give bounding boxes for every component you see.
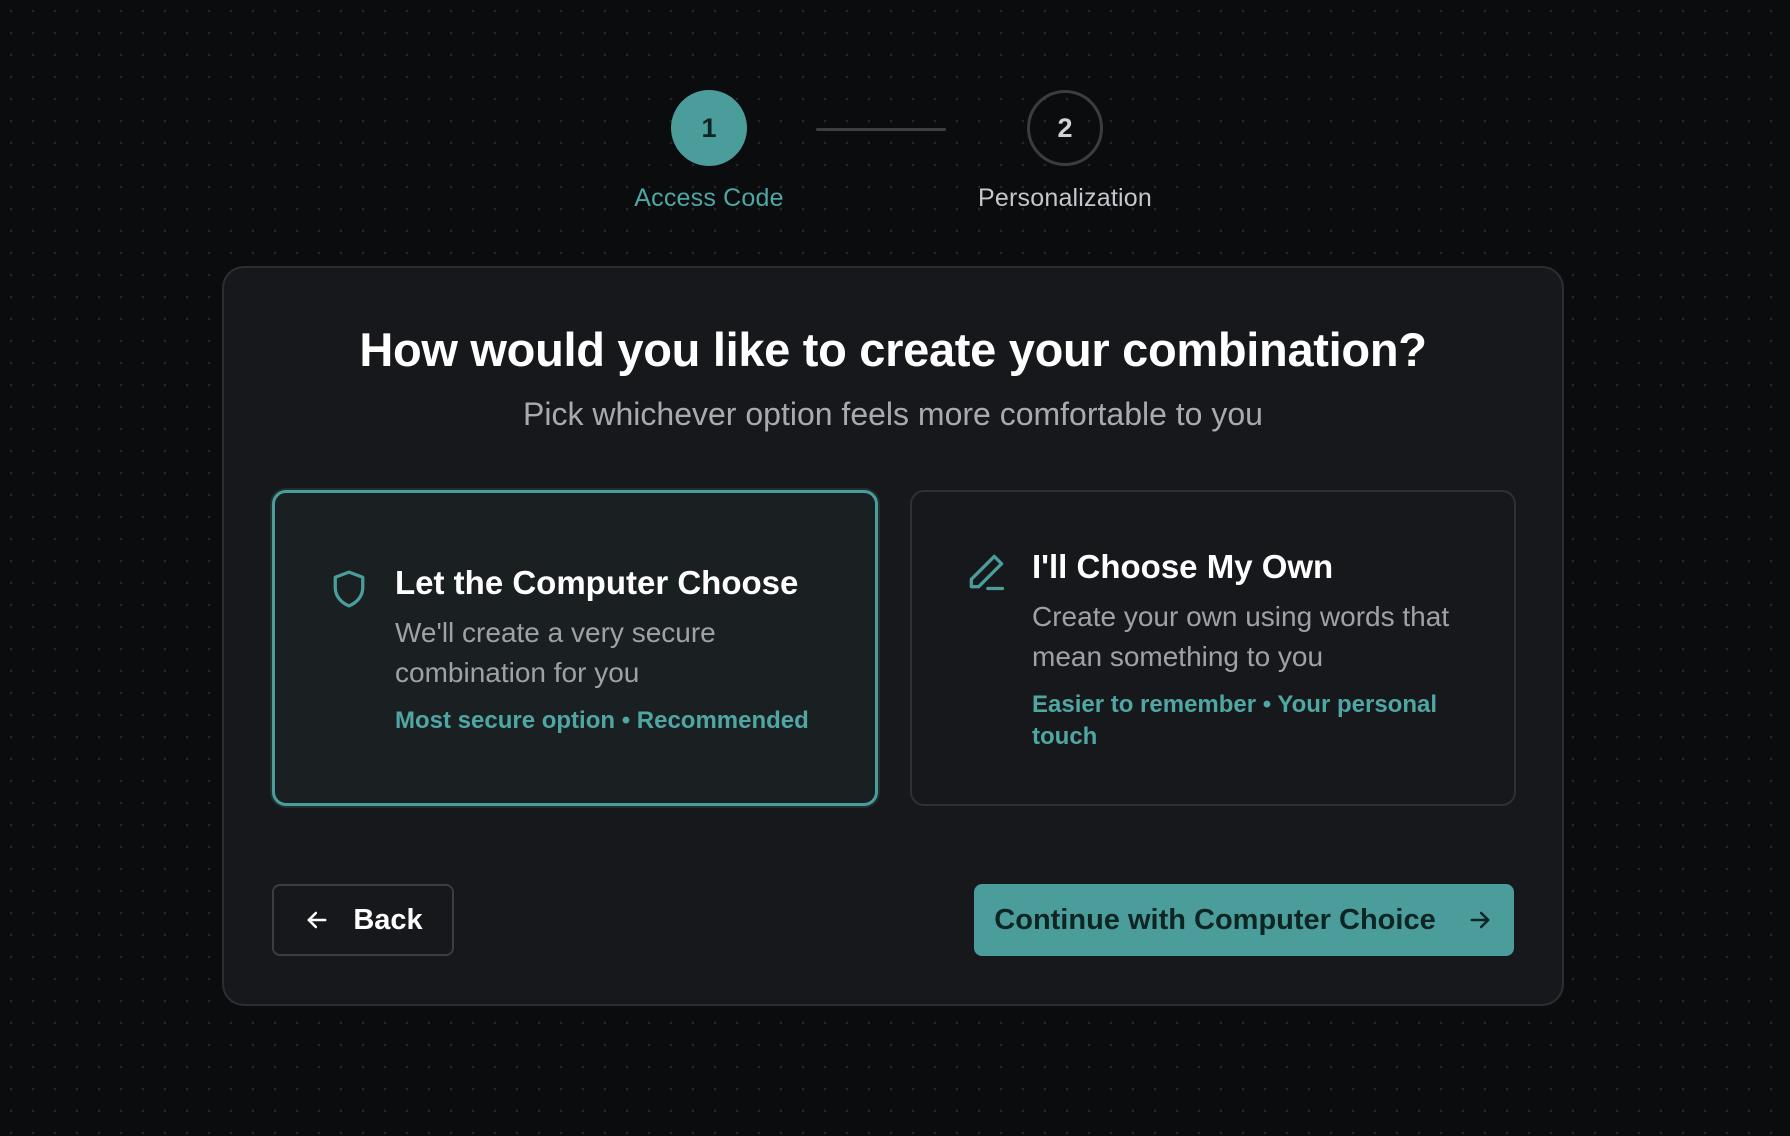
option-tags: Easier to remember • Your personal touch <box>1032 691 1437 750</box>
arrow-right-icon <box>1470 911 1490 929</box>
option-title: Let the Computer Choose <box>395 564 799 601</box>
arrow-left-icon <box>307 911 327 929</box>
pencil-icon <box>969 554 1005 591</box>
combination-card: How would you like to create your combin… <box>222 266 1564 1006</box>
step-number-badge: 2 <box>1027 90 1103 166</box>
option-tags: Most secure option • Recommended <box>395 707 809 734</box>
option-computer-choose[interactable]: Let the Computer Choose We'll create a v… <box>272 490 878 806</box>
shield-icon <box>333 570 365 608</box>
page-title: How would you like to create your combin… <box>359 323 1427 376</box>
option-title: I'll Choose My Own <box>1032 548 1334 585</box>
step-access-code: 1 Access Code <box>589 90 829 213</box>
stepper: 1 Access Code 2 Personalization <box>0 90 1790 220</box>
option-description: We'll create a very secure combination f… <box>395 617 716 688</box>
page-subtitle: Pick whichever option feels more comfort… <box>523 396 1263 432</box>
back-button-label: Back <box>353 903 423 936</box>
step-connector <box>816 128 946 131</box>
option-choose-own[interactable]: I'll Choose My Own Create your own using… <box>910 490 1516 806</box>
step-label: Access Code <box>634 184 784 212</box>
step-personalization: 2 Personalization <box>945 90 1185 213</box>
option-description: Create your own using words that mean so… <box>1032 601 1450 672</box>
step-number-badge: 1 <box>671 90 747 166</box>
step-label: Personalization <box>978 184 1152 212</box>
continue-button-label: Continue with Computer Choice <box>994 903 1436 936</box>
continue-button[interactable]: Continue with Computer Choice <box>974 884 1514 956</box>
back-button[interactable]: Back <box>272 884 454 956</box>
